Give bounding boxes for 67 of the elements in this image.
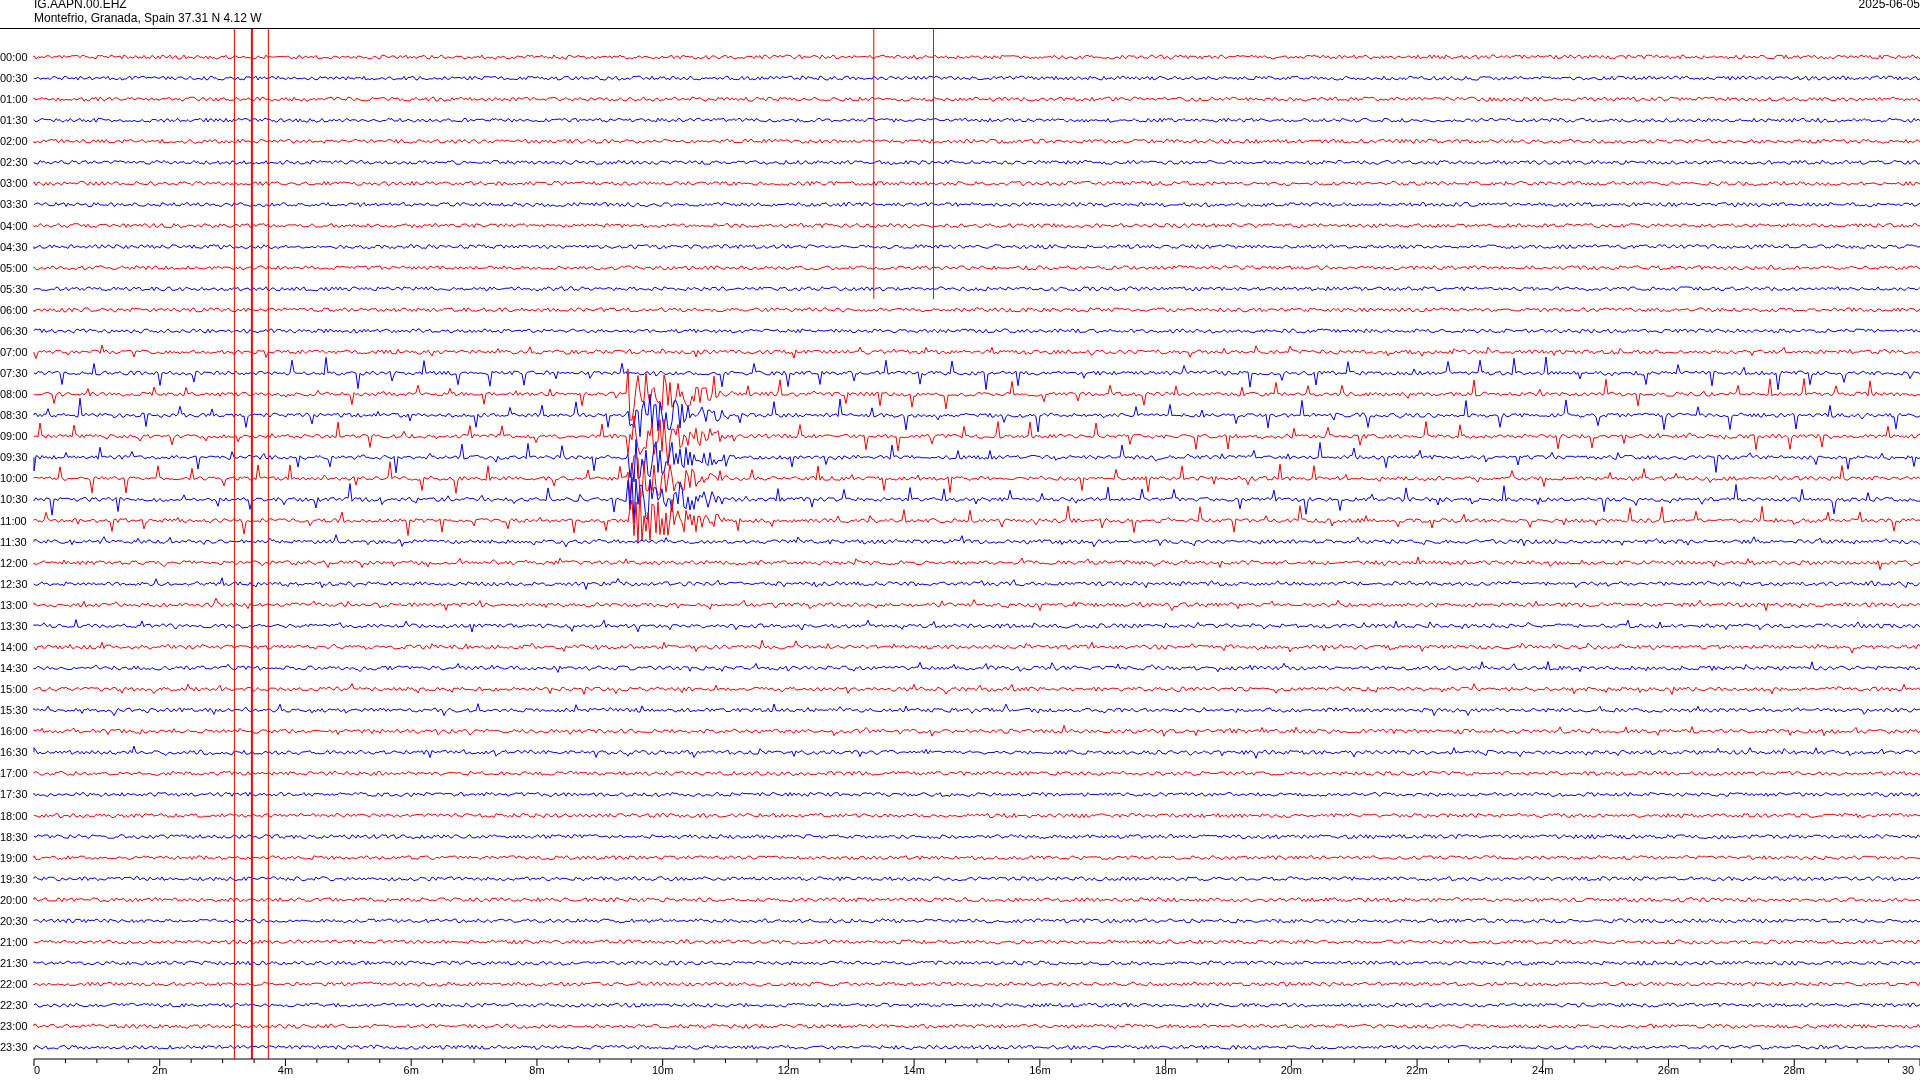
- time-label: 14:00: [0, 640, 28, 653]
- time-label: 18:30: [0, 830, 28, 843]
- time-label: 07:30: [0, 367, 28, 380]
- time-label: 16:00: [0, 725, 28, 738]
- time-label: 15:30: [0, 704, 28, 717]
- time-label: 02:00: [0, 135, 28, 148]
- axis-label: 8m: [529, 1064, 545, 1076]
- time-label: 22:00: [0, 978, 28, 991]
- time-label: 20:30: [0, 914, 28, 927]
- axis-label: 6m: [403, 1064, 419, 1076]
- axis-label: 10m: [651, 1064, 674, 1076]
- time-label: 18:00: [0, 809, 28, 822]
- axis-label: 30: [1901, 1064, 1915, 1076]
- axis-label: 4m: [277, 1064, 294, 1076]
- axis-label: 14m: [903, 1064, 925, 1076]
- station-code: IG.AAPN.00.EHZ: [34, 0, 128, 11]
- time-label: 08:30: [0, 409, 28, 422]
- time-label: 12:00: [0, 556, 28, 569]
- time-label: 13:00: [0, 598, 28, 611]
- axis-label: 2m: [152, 1064, 168, 1076]
- station-location: Montefrio, Granada, Spain 37.31 N 4.12 W: [34, 11, 262, 25]
- axis-label: 12m: [777, 1064, 800, 1076]
- time-label: 17:30: [0, 788, 28, 801]
- axis-label: 24m: [1532, 1064, 1554, 1076]
- time-label: 01:30: [0, 114, 28, 127]
- time-label: 13:30: [0, 619, 28, 632]
- time-label: 02:30: [0, 156, 28, 169]
- time-label: 05:30: [0, 282, 28, 295]
- axis-label: 20m: [1280, 1064, 1303, 1076]
- time-label: 21:00: [0, 935, 28, 948]
- time-label: 09:30: [0, 451, 28, 464]
- axis-label: 26m: [1657, 1064, 1680, 1076]
- record-date: 2025-06-05: [1858, 0, 1920, 11]
- axis-label: 0: [34, 1064, 41, 1076]
- time-label: 04:00: [0, 219, 28, 232]
- time-label: 06:30: [0, 324, 28, 337]
- time-label: 08:00: [0, 388, 28, 401]
- time-label: 23:00: [0, 1020, 28, 1033]
- time-label: 11:30: [0, 535, 27, 548]
- time-label: 11:00: [0, 514, 27, 527]
- time-label: 04:30: [0, 240, 28, 253]
- time-label: 12:30: [0, 577, 28, 590]
- axis-label: 18m: [1154, 1064, 1177, 1076]
- time-label: 05:00: [0, 261, 28, 274]
- time-label: 21:30: [0, 957, 28, 969]
- time-label: 06:00: [0, 303, 28, 316]
- axis-label: 28m: [1783, 1064, 1805, 1076]
- time-label: 01:00: [0, 93, 28, 106]
- axis-label: 22m: [1406, 1064, 1428, 1076]
- time-label: 03:30: [0, 198, 28, 211]
- time-label: 09:00: [0, 430, 28, 443]
- time-label: 00:00: [0, 51, 28, 63]
- time-label: 10:30: [0, 493, 28, 506]
- time-label: 23:30: [0, 1041, 28, 1054]
- time-label: 22:30: [0, 999, 28, 1012]
- time-label: 19:30: [0, 872, 28, 885]
- axis-label: 16m: [1029, 1064, 1051, 1076]
- time-label: 07:00: [0, 346, 28, 358]
- time-label: 17:00: [0, 767, 28, 780]
- time-label: 16:30: [0, 746, 28, 759]
- time-label: 15:00: [0, 683, 28, 696]
- time-label: 14:30: [0, 662, 28, 675]
- time-label: 00:30: [0, 72, 28, 85]
- time-label: 20:00: [0, 893, 28, 906]
- time-label: 19:00: [0, 851, 28, 864]
- time-label: 03:00: [0, 177, 28, 190]
- time-label: 10:00: [0, 472, 28, 485]
